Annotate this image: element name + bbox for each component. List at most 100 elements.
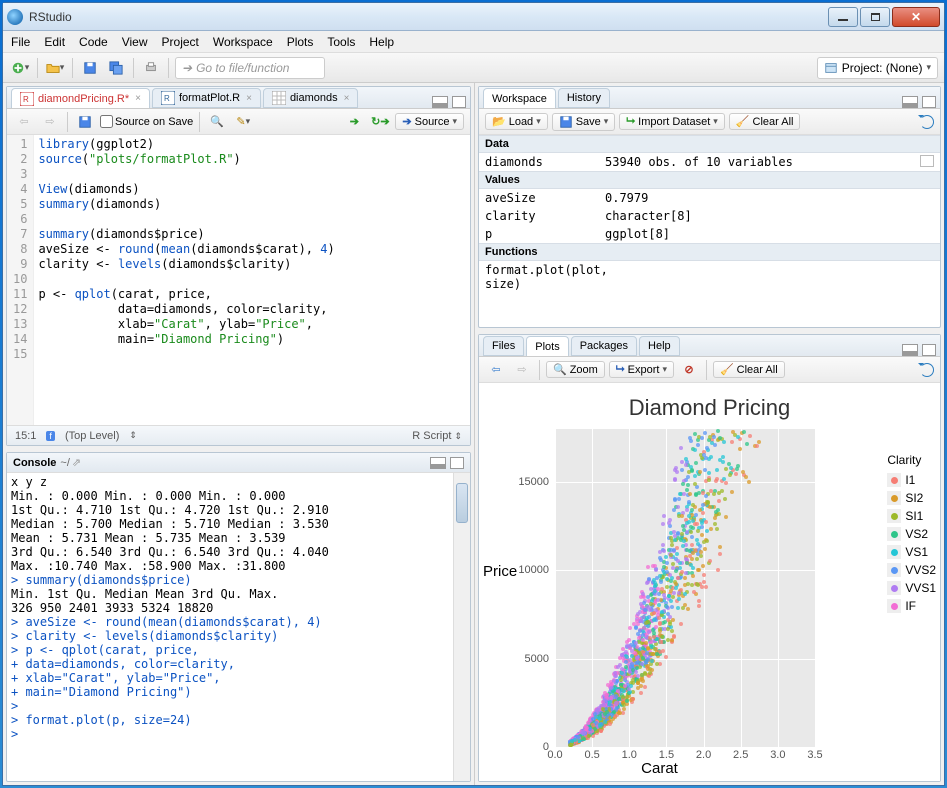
menu-view[interactable]: View [122,35,148,49]
maximize-pane-icon[interactable] [922,344,936,356]
print-button[interactable] [140,57,162,79]
workspace-row[interactable]: pggplot[8] [479,225,940,243]
main-toolbar: ▾ ▾ ➔ Go to file/function Project: (None… [3,53,944,83]
minimize-pane-icon[interactable] [902,96,918,108]
tab-label: formatPlot.R [179,92,240,104]
export-button[interactable]: ⮡ Export▾ [609,361,674,378]
legend-item: VS1 [887,543,936,561]
scope-icon: f [46,431,55,441]
prev-plot-button[interactable]: ⇦ [485,359,507,381]
workspace-row[interactable]: diamonds53940 obs. of 10 variables [479,153,940,171]
save-button[interactable] [79,57,101,79]
close-button[interactable]: ✕ [892,7,940,27]
r-file-icon: R [161,91,175,105]
tab-label: diamonds [290,92,338,104]
save-workspace-button[interactable]: Save▾ [552,113,616,131]
svg-text:R: R [23,95,29,104]
legend-item: VS2 [887,525,936,543]
rerun-button[interactable]: ↻➔ [369,111,391,133]
tab-close-icon[interactable]: × [246,93,252,104]
minimize-button[interactable] [828,7,858,27]
app-window: RStudio ✕ File Edit Code View Project Wo… [2,2,945,786]
forward-button[interactable]: ⇨ [39,111,61,133]
rstudio-logo-icon [7,9,23,25]
menu-help[interactable]: Help [369,35,394,49]
refresh-icon[interactable] [920,363,934,377]
minimize-pane-icon[interactable] [432,96,448,108]
minimize-pane-icon[interactable] [430,457,446,469]
maximize-pane-icon[interactable] [922,96,936,108]
tab-history[interactable]: History [558,88,610,108]
titlebar[interactable]: RStudio ✕ [3,3,944,31]
goto-placeholder: Go to file/function [196,61,289,75]
maximize-pane-icon[interactable] [450,457,464,469]
scope-label[interactable]: (Top Level) [65,430,119,442]
r-file-icon: R [20,92,34,106]
workspace-toolbar: 📂 Load▾ Save▾ ⮡ Import Dataset▾ 🧹 Clear … [479,109,940,135]
workspace-row[interactable]: format.plot(plot, size) [479,261,940,293]
menu-tools[interactable]: Tools [327,35,355,49]
tab-packages[interactable]: Packages [571,336,637,356]
source-on-save-checkbox[interactable]: Source on Save [100,115,193,128]
open-file-button[interactable]: ▾ [44,57,66,79]
menu-project[interactable]: Project [162,35,199,49]
legend-item: SI1 [887,507,936,525]
menu-edit[interactable]: Edit [44,35,65,49]
plot-area: Diamond Pricing Price Carat Clarity I1SI… [479,383,940,781]
project-selector[interactable]: Project: (None) ▾ [817,57,938,79]
workspace-row[interactable]: aveSize0.7979 [479,189,940,207]
find-button[interactable]: 🔍 [206,111,228,133]
clear-plots-button[interactable]: 🧹 Clear All [713,361,785,378]
next-plot-button[interactable]: ⇨ [511,359,533,381]
legend-item: SI2 [887,489,936,507]
refresh-icon[interactable] [920,115,934,129]
zoom-button[interactable]: 🔍 Zoom [546,361,605,378]
table-icon [272,91,286,105]
tab-format-plot[interactable]: R formatPlot.R × [152,88,261,108]
load-button[interactable]: 📂 Load▾ [485,113,548,130]
save-all-button[interactable] [105,57,127,79]
source-button[interactable]: ➔Source▾ [395,113,464,130]
maximize-pane-icon[interactable] [452,96,466,108]
import-dataset-button[interactable]: ⮡ Import Dataset▾ [619,113,724,130]
clear-all-button[interactable]: 🧹 Clear All [729,113,801,130]
grid-icon[interactable] [920,155,934,167]
tab-plots[interactable]: Plots [526,336,568,356]
run-line-button[interactable]: ➔ [343,111,365,133]
console-output[interactable]: x y z Min. : 0.000 Min. : 0.000 Min. : 0… [7,473,470,781]
legend-item: VVS1 [887,579,936,597]
filetype-label[interactable]: R Script [412,430,451,442]
plot-legend: Clarity I1SI2SI1VS2VS1VVS2VVS1IF [887,453,936,615]
tab-diamond-pricing[interactable]: R diamondPricing.R* × [11,88,150,108]
save-source-button[interactable] [74,111,96,133]
legend-item: I1 [887,471,936,489]
tab-close-icon[interactable]: × [344,93,350,104]
plots-toolbar: ⇦ ⇨ 🔍 Zoom ⮡ Export▾ ⊘ 🧹 Clear All [479,357,940,383]
tab-diamonds-data[interactable]: diamonds × [263,88,359,108]
menu-plots[interactable]: Plots [287,35,314,49]
workspace-pane: Workspace History 📂 Load▾ Save▾ ⮡ Import… [478,86,941,328]
console-scrollbar[interactable] [453,473,470,781]
wd-popup-icon[interactable]: ⇗ [72,456,81,469]
menu-code[interactable]: Code [79,35,108,49]
new-file-button[interactable]: ▾ [9,57,31,79]
code-editor[interactable]: 123456789101112131415 library(ggplot2)so… [7,135,470,425]
tab-help[interactable]: Help [639,336,680,356]
tab-files[interactable]: Files [483,336,524,356]
back-button[interactable]: ⇦ [13,111,35,133]
workspace-row[interactable]: claritycharacter[8] [479,207,940,225]
maximize-button[interactable] [860,7,890,27]
console-header: Console ~/ ⇗ [7,453,470,473]
wand-button[interactable]: ✎▾ [232,111,254,133]
window-title: RStudio [29,10,826,24]
menu-file[interactable]: File [11,35,30,49]
tab-workspace[interactable]: Workspace [483,88,556,108]
goto-arrow-icon: ➔ [182,61,192,75]
tab-close-icon[interactable]: × [135,93,141,104]
remove-plot-button[interactable]: ⊘ [678,359,700,381]
goto-file-input[interactable]: ➔ Go to file/function [175,57,325,79]
source-pane: R diamondPricing.R* × R formatPlot.R × d… [6,86,471,446]
minimize-pane-icon[interactable] [902,344,918,356]
legend-title: Clarity [887,453,936,467]
menu-workspace[interactable]: Workspace [213,35,273,49]
